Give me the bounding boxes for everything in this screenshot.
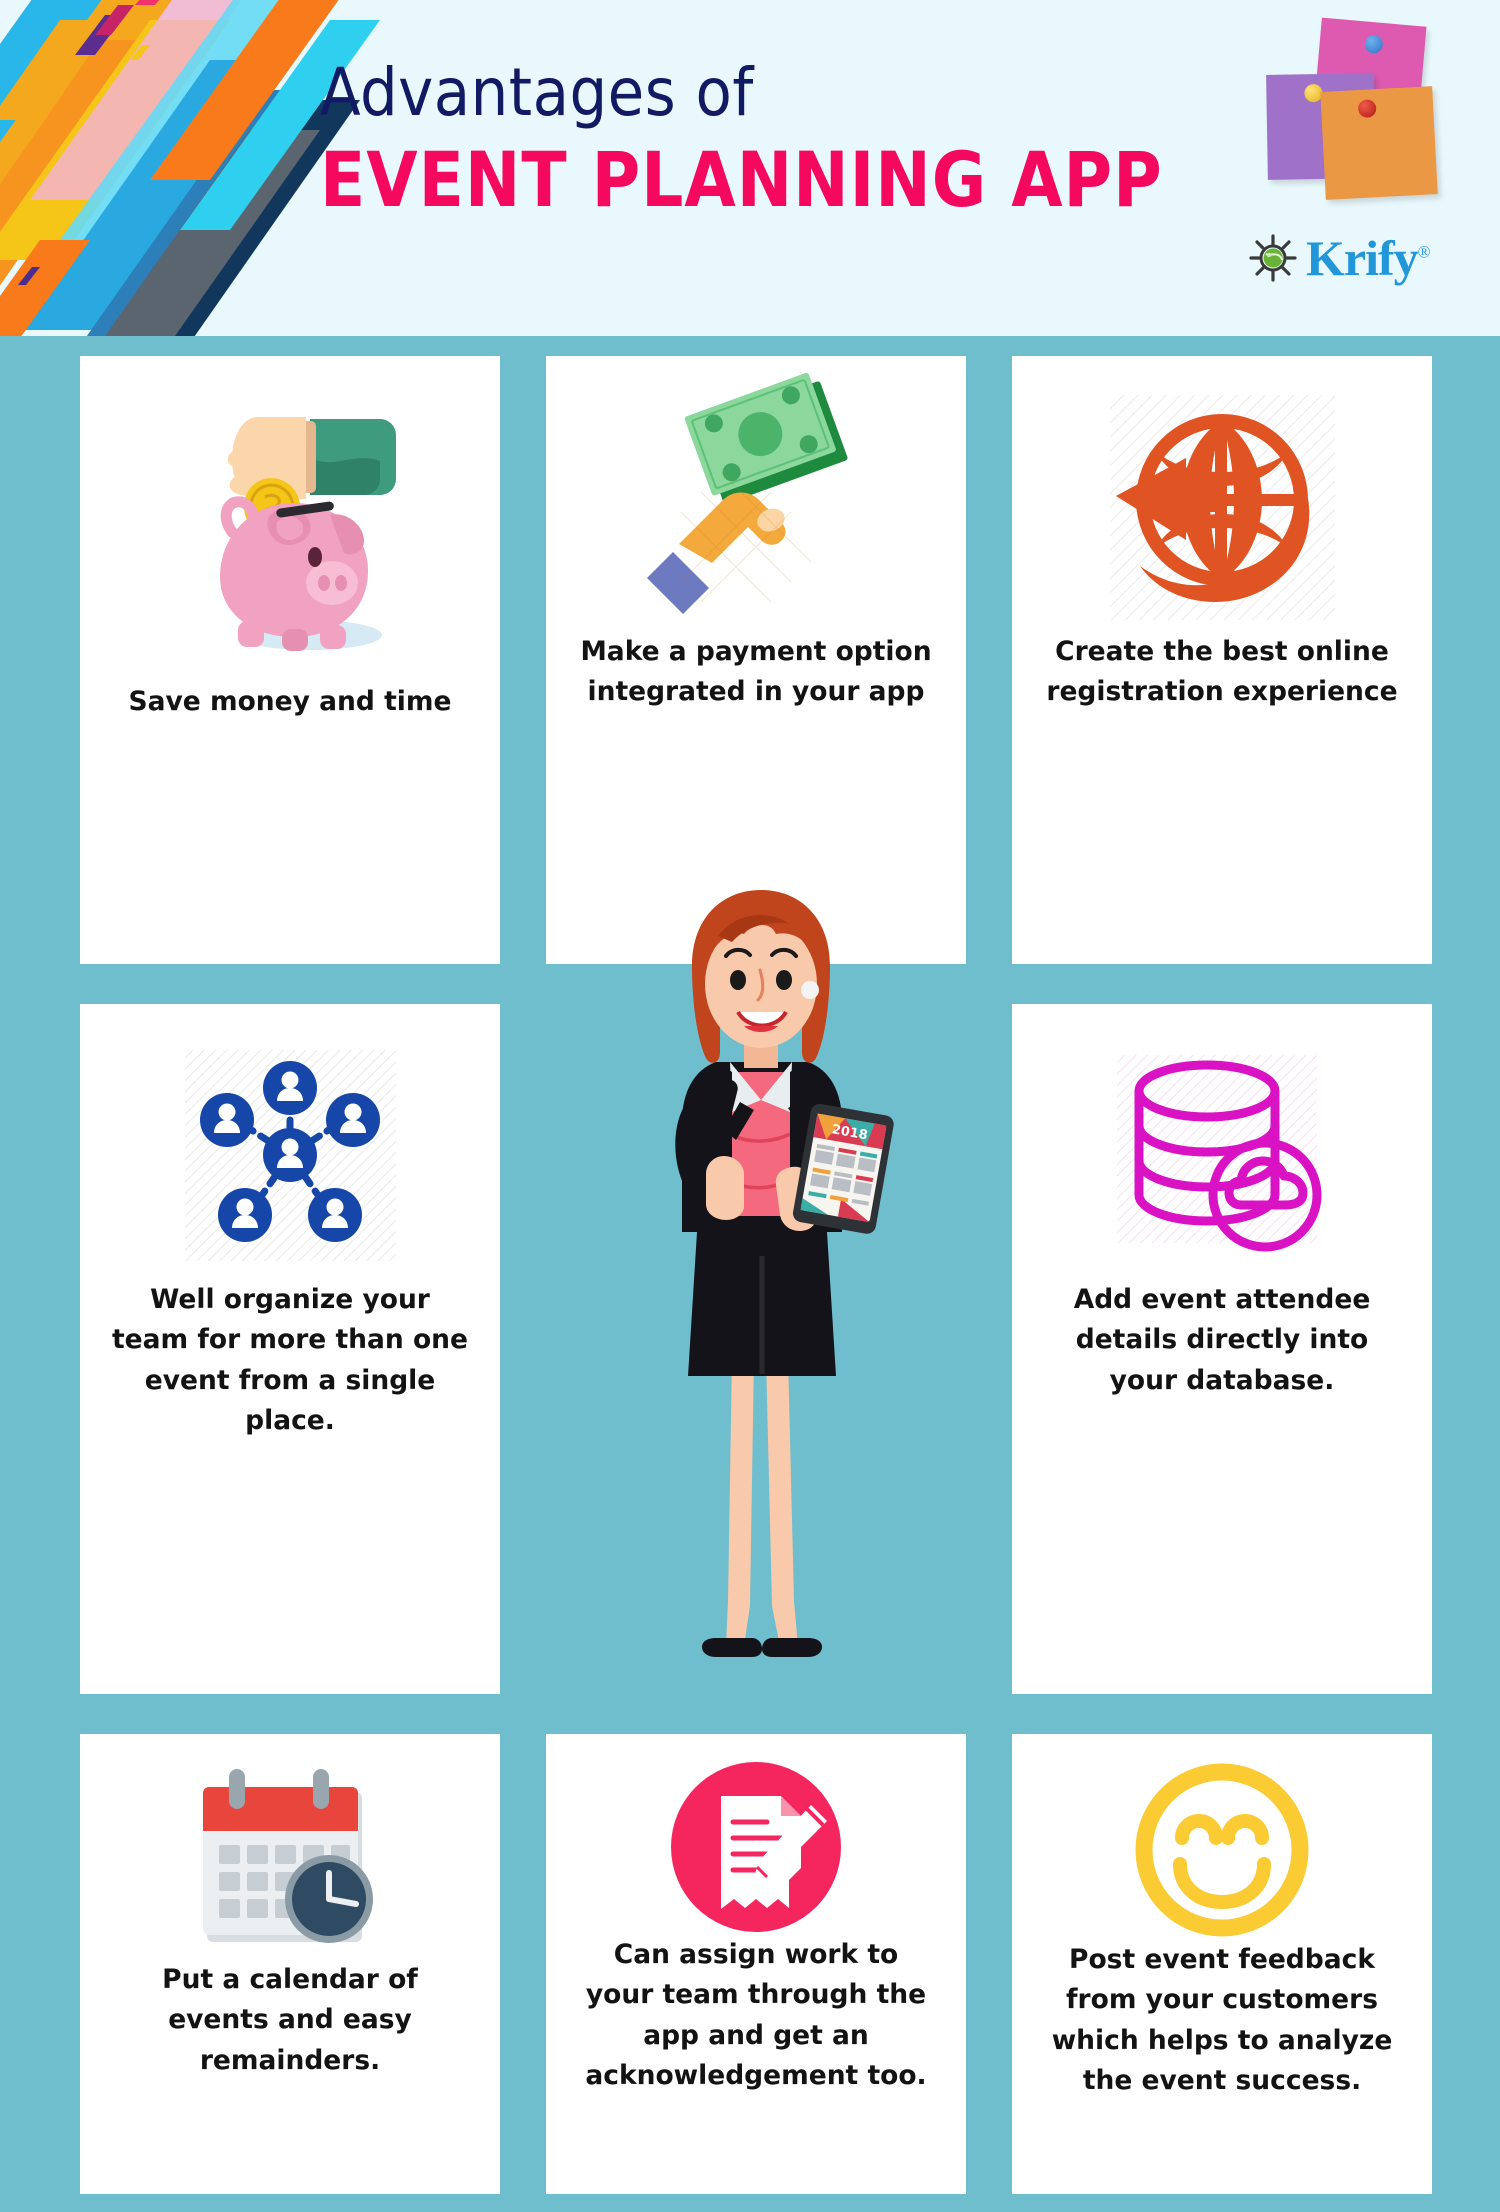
red-pin-icon (1357, 99, 1377, 119)
krify-wordmark: Krify® (1306, 230, 1431, 286)
orange-sticky-note (1320, 86, 1438, 200)
card-organize-team: Well organize your team for more than on… (80, 1004, 500, 1694)
krify-gear-globe-icon (1248, 233, 1298, 283)
document-pencil-circle-icon (669, 1760, 844, 1935)
businesswoman-illustration: 2018 (620, 886, 900, 1686)
card-online-registration: Create the best online registration expe… (1012, 356, 1432, 964)
card-payment-option: Make a payment option integrated in your… (546, 356, 966, 964)
page-title-block: Advantages of EVENT PLANNING APP (320, 54, 1189, 225)
card-text: Post event feedback from your customers … (1051, 1944, 1393, 2096)
card-text: Save money and time (128, 686, 452, 717)
card-text: Put a calendar of events and easy remain… (162, 1964, 418, 2076)
hand-holding-cash-icon (631, 372, 881, 632)
card-save-money: Save money and time (80, 356, 500, 964)
card-text: Add event attendee details directly into… (1073, 1284, 1371, 1396)
card-assign-work: Can assign work to your team through the… (546, 1734, 966, 2194)
card-text: Can assign work to your team through the… (585, 1939, 927, 2091)
card-calendar-reminders: Put a calendar of events and easy remain… (80, 1734, 500, 2194)
header: Advantages of EVENT PLANNING APP Krify® (0, 0, 1500, 336)
page-title-subtitle: Advantages of (320, 54, 754, 131)
piggy-bank-coin-icon (160, 382, 420, 682)
smiley-face-icon (1132, 1760, 1312, 1940)
card-text: Make a payment option integrated in your… (580, 636, 932, 708)
registered-trademark-icon: ® (1417, 242, 1431, 262)
card-attendee-database: Add event attendee details directly into… (1012, 1004, 1432, 1694)
page-title-main: EVENT PLANNING APP (320, 135, 1163, 225)
team-network-icon (183, 1030, 398, 1280)
database-cloud-icon (1115, 1030, 1330, 1280)
sticky-notes-graphic (1255, 12, 1460, 217)
card-text: Well organize your team for more than on… (111, 1284, 469, 1436)
card-post-event-feedback: Post event feedback from your customers … (1012, 1734, 1432, 2194)
blue-pin-icon (1364, 34, 1384, 55)
card-text: Create the best online registration expe… (1046, 636, 1398, 708)
advantages-grid: Save money and time Make a payment optio… (0, 336, 1500, 2212)
krify-logo[interactable]: Krify® (1248, 230, 1431, 286)
calendar-clock-icon (193, 1760, 388, 1960)
globe-arrow-icon (1100, 382, 1345, 632)
